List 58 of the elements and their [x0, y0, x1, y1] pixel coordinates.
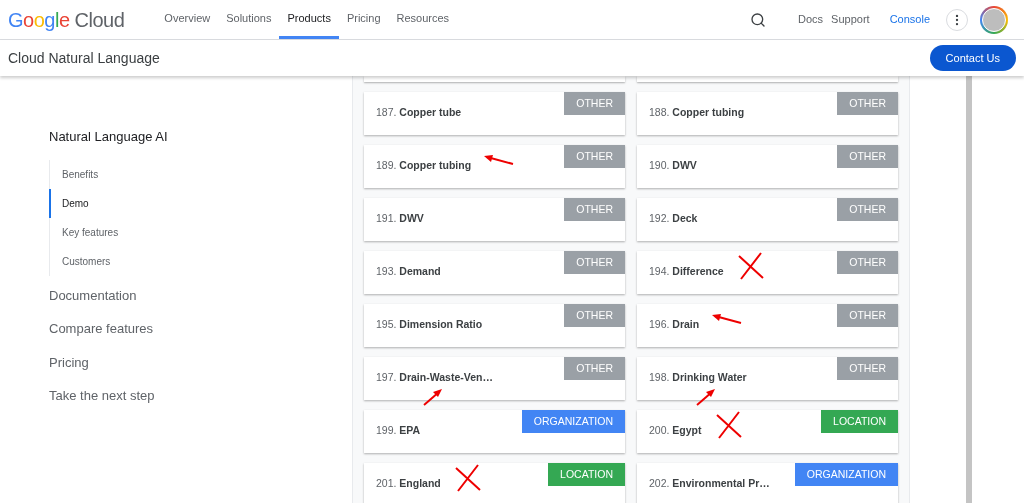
entity-type-tag: OTHER: [837, 251, 898, 274]
entity-name: 195. Dimension Ratio: [376, 317, 483, 332]
header-link[interactable]: Docs: [798, 11, 824, 28]
arrow-icon: [711, 312, 744, 326]
entity-name: 202. Environmental Pr…: [649, 476, 770, 491]
entity-type-tag: OTHER: [837, 145, 898, 168]
entity-name: 198. Drinking Water: [649, 370, 747, 385]
nav-tab[interactable]: Products: [279, 0, 339, 39]
entity-name: 194. Difference: [649, 264, 724, 279]
nav-tab[interactable]: Overview: [156, 0, 219, 39]
contact-button[interactable]: Contact Us: [929, 45, 1016, 71]
sidebar-title[interactable]: Natural Language AI: [49, 127, 352, 147]
entity-type-tag: ORGANIZATION: [794, 463, 898, 486]
entity-type-tag: OTHER: [837, 92, 898, 115]
entity-type-tag: OTHER: [564, 92, 625, 115]
arrow-icon: [422, 387, 444, 407]
product-title: Cloud Natural Language: [8, 48, 160, 68]
entity-name: 196. Drain: [649, 317, 700, 332]
sidebar-section[interactable]: Compare features: [49, 319, 352, 353]
entity-type-tag: OTHER: [837, 357, 898, 380]
entity-type-tag: OTHER: [837, 198, 898, 221]
sidebar-item[interactable]: Key features: [49, 217, 352, 247]
entity-type-tag: ORGANIZATION: [521, 410, 625, 433]
entity-type-tag: LOCATION: [548, 463, 625, 486]
entity-name: 187. Copper tube: [376, 105, 462, 120]
entity-type-tag: OTHER: [837, 304, 898, 327]
sidebar-section[interactable]: Documentation: [49, 285, 352, 319]
entity-name: 201. England: [376, 476, 441, 491]
arrow-icon: [483, 153, 516, 167]
entity-name: 190. DWV: [649, 158, 697, 173]
entity-name: 197. Drain-Waste-Ven…: [376, 370, 493, 385]
entity-type-tag: OTHER: [564, 145, 625, 168]
console-link[interactable]: Console: [889, 11, 930, 28]
entity-type-tag: OTHER: [564, 357, 625, 380]
entity-name: 189. Copper tubing: [376, 158, 472, 173]
entity-type-tag: LOCATION: [821, 410, 898, 433]
logo[interactable]: Google Cloud: [8, 4, 125, 35]
sidebar-section[interactable]: Pricing: [49, 352, 352, 386]
entity-name: 192. Deck: [649, 211, 698, 226]
avatar[interactable]: [980, 5, 1008, 34]
sidebar-section[interactable]: Take the next step: [49, 386, 352, 420]
entity-type-tag: OTHER: [564, 198, 625, 221]
entity-name: 191. DWV: [376, 211, 424, 226]
header-link[interactable]: Support: [831, 11, 870, 28]
entity-type-tag: OTHER: [564, 251, 625, 274]
entity-type-tag: OTHER: [564, 304, 625, 327]
nav-tab[interactable]: Resources: [388, 0, 458, 39]
scrollbar[interactable]: [966, 76, 972, 503]
nav-tab[interactable]: Solutions: [218, 0, 280, 39]
entity-name: 188. Copper tubing: [649, 105, 745, 120]
sidebar-item[interactable]: Benefits: [49, 159, 352, 189]
entity-name: 199. EPA: [376, 423, 421, 438]
nav-tab[interactable]: Pricing: [338, 0, 389, 39]
arrow-icon: [695, 387, 717, 407]
search-icon[interactable]: [750, 11, 767, 28]
sidebar-item[interactable]: Customers: [49, 246, 352, 276]
entity-name: 200. Egypt: [649, 423, 702, 438]
entity-name: 193. Demand: [376, 264, 441, 279]
